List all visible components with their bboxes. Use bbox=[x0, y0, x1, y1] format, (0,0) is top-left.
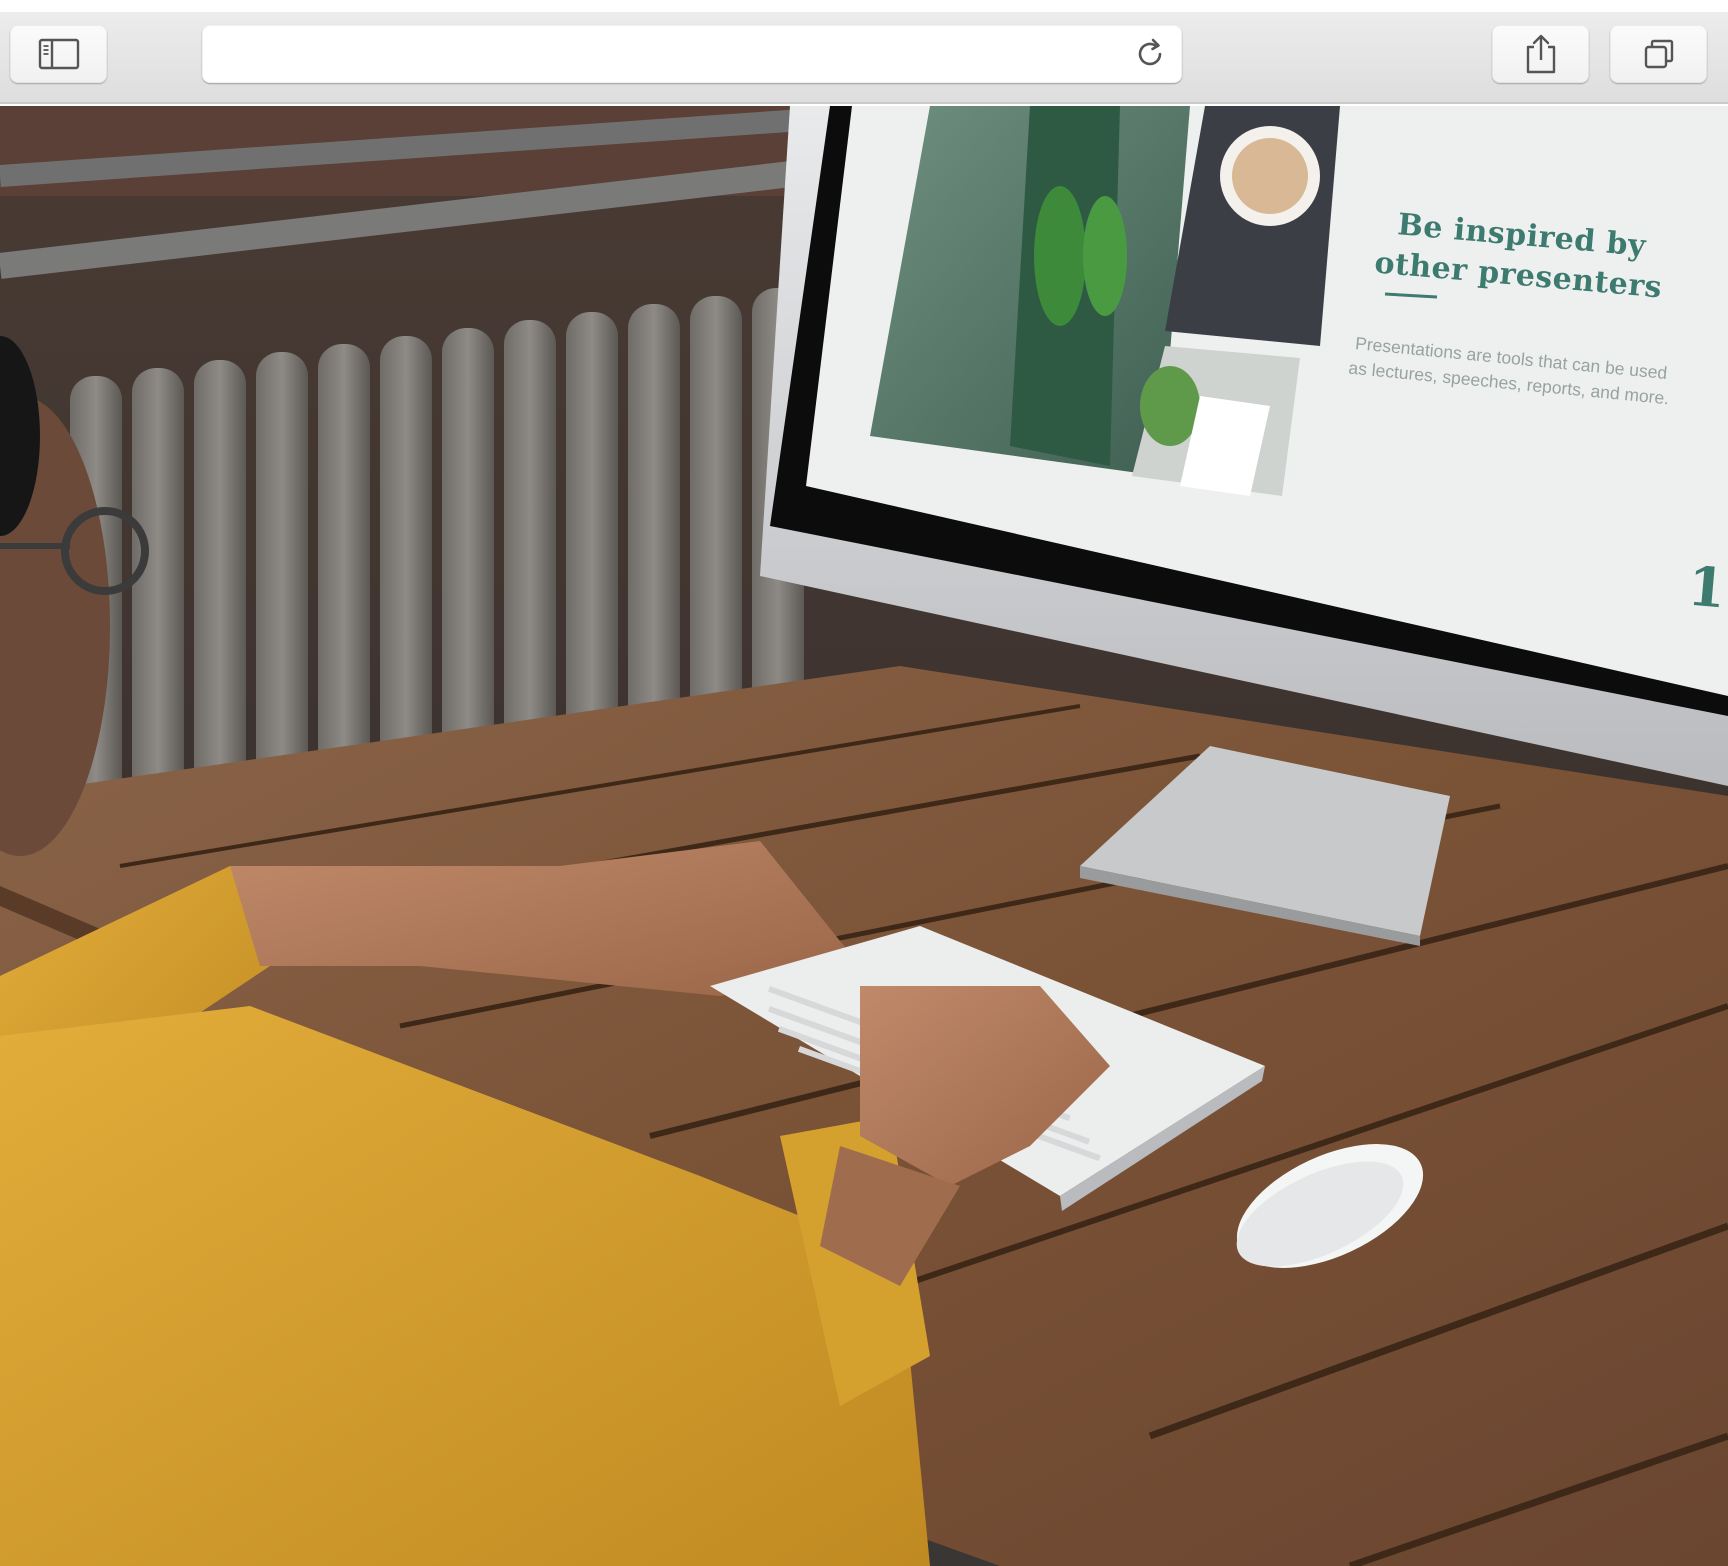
tabs-button[interactable] bbox=[1610, 25, 1707, 83]
share-icon bbox=[1526, 34, 1555, 74]
sidebar-button[interactable] bbox=[10, 25, 107, 83]
reload-icon[interactable] bbox=[1134, 37, 1168, 71]
url-input[interactable] bbox=[222, 25, 1106, 85]
tabs-icon bbox=[1644, 39, 1673, 69]
window-top-edge bbox=[0, 0, 1728, 12]
web-content: Be inspired by other presenters Presenta… bbox=[0, 106, 1728, 1566]
address-bar[interactable] bbox=[202, 25, 1182, 85]
share-button[interactable] bbox=[1492, 25, 1589, 83]
sidebar-icon bbox=[38, 38, 79, 70]
slide-page-number: 1 bbox=[1685, 553, 1728, 621]
browser-toolbar bbox=[0, 12, 1728, 104]
photo-person-at-computer bbox=[0, 106, 1728, 1566]
